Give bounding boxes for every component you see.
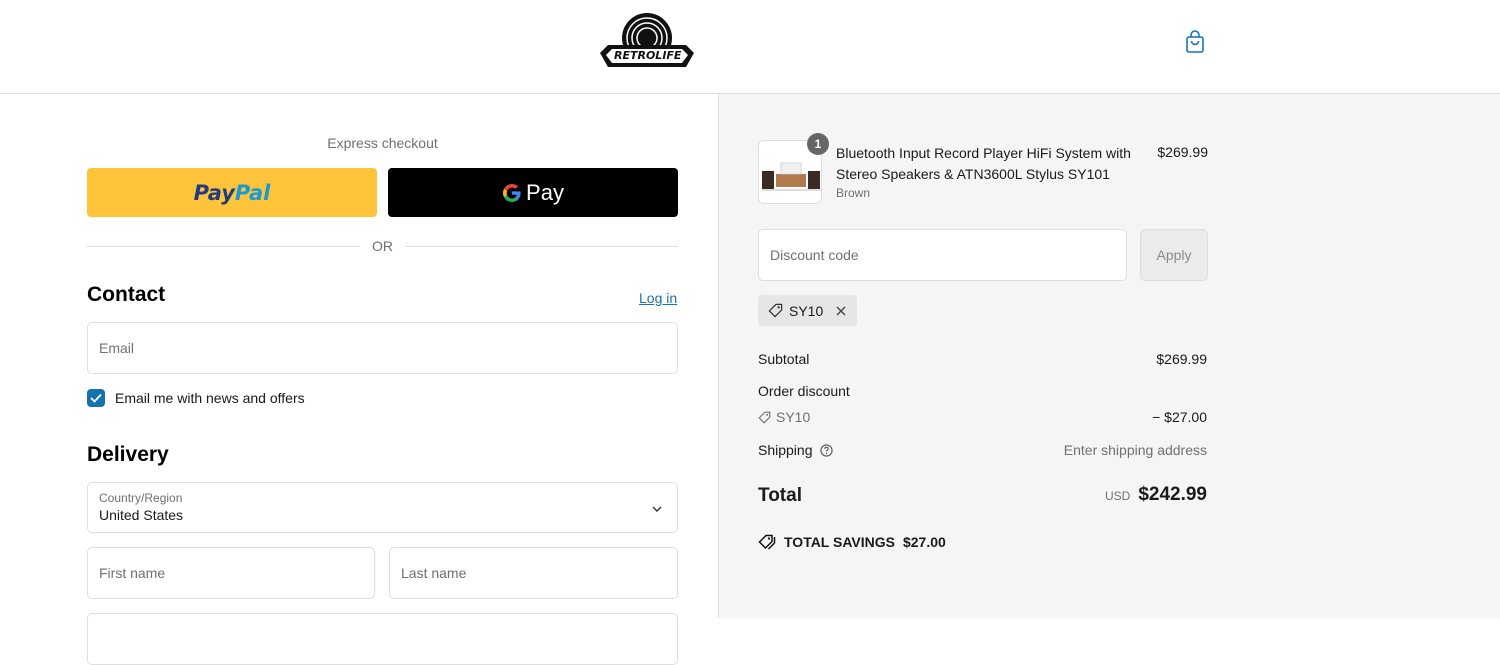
applied-discount-chip: SY10: [758, 295, 858, 326]
total-currency: USD: [1104, 489, 1131, 503]
total-amount: $242.99: [1138, 484, 1207, 505]
first-name-field[interactable]: [87, 547, 375, 599]
quantity-badge: 1: [807, 133, 829, 155]
paypal-button[interactable]: Pay Pal: [87, 168, 377, 217]
site-header: RETROLIFE: [0, 0, 1500, 94]
paypal-wordmark-pal: Pal: [234, 180, 271, 205]
country-value: United States: [99, 507, 184, 523]
order-summary: 1 Bluetooth Input Record Player HiFi Sys…: [718, 94, 1500, 618]
newsletter-label[interactable]: Email me with news and offers: [115, 390, 305, 406]
close-icon[interactable]: [835, 305, 847, 317]
newsletter-option: Email me with news and offers: [87, 389, 305, 407]
or-label: OR: [372, 238, 393, 254]
country-label: Country/Region: [99, 491, 183, 505]
divider-line: [405, 245, 678, 247]
question-mark-icon[interactable]: [820, 444, 834, 457]
first-name-input[interactable]: [99, 565, 374, 581]
discount-code-field[interactable]: [758, 229, 1127, 281]
total-savings: TOTAL SAVINGS $27.00: [758, 534, 946, 550]
newsletter-checkbox[interactable]: [87, 389, 105, 407]
last-name-field[interactable]: [389, 547, 678, 599]
tag-icon: [758, 411, 771, 424]
paypal-wordmark-pay: Pay: [193, 180, 235, 205]
apply-discount-button[interactable]: Apply: [1140, 229, 1208, 281]
contact-heading: Contact: [87, 283, 166, 306]
subtotal-value: $269.99: [1156, 351, 1207, 367]
last-name-input[interactable]: [401, 565, 677, 581]
product-variant: Brown: [836, 186, 871, 200]
shipping-row-label: Shipping: [758, 442, 834, 458]
tag-icon: [768, 303, 783, 318]
total-label: Total: [758, 485, 802, 506]
total-savings-value: $27.00: [902, 534, 946, 550]
order-discount-label: Order discount: [758, 383, 850, 399]
applied-discount-code: SY10: [789, 302, 824, 319]
retrolife-logo[interactable]: RETROLIFE: [596, 11, 698, 73]
divider-line: [87, 245, 360, 247]
order-discount-value: − $27.00: [1152, 409, 1207, 425]
login-link[interactable]: Log in: [639, 290, 677, 306]
email-input[interactable]: [99, 340, 677, 356]
or-divider: OR: [87, 236, 678, 256]
google-g-icon: [503, 183, 521, 202]
tags-icon: [758, 534, 776, 550]
total-value-group: USD $242.99: [1105, 484, 1207, 506]
google-pay-button[interactable]: Pay: [388, 168, 678, 217]
product-title: Bluetooth Input Record Player HiFi Syste…: [836, 145, 1131, 182]
google-pay-label: Pay: [526, 179, 564, 205]
shipping-label: Shipping: [758, 442, 813, 458]
logo-text: RETROLIFE: [614, 49, 682, 62]
country-select[interactable]: Country/Region United States: [87, 482, 678, 533]
discount-code-input[interactable]: [770, 247, 1126, 263]
email-field[interactable]: [87, 322, 678, 374]
shopping-bag-icon[interactable]: [1184, 30, 1206, 54]
shipping-value: Enter shipping address: [1063, 442, 1207, 458]
order-discount-code: SY10: [776, 409, 811, 425]
delivery-heading: Delivery: [87, 443, 169, 466]
address-field[interactable]: [87, 613, 678, 665]
product-price: $269.99: [1157, 144, 1208, 160]
chevron-down-icon: [652, 506, 662, 512]
express-checkout-label: Express checkout: [327, 135, 438, 151]
total-savings-label: TOTAL SAVINGS: [784, 534, 895, 550]
subtotal-label: Subtotal: [758, 351, 810, 367]
checkout-form-column: Express checkout Pay Pal Pay OR Contact L…: [0, 94, 718, 665]
order-discount-code-row: SY10: [758, 409, 810, 425]
